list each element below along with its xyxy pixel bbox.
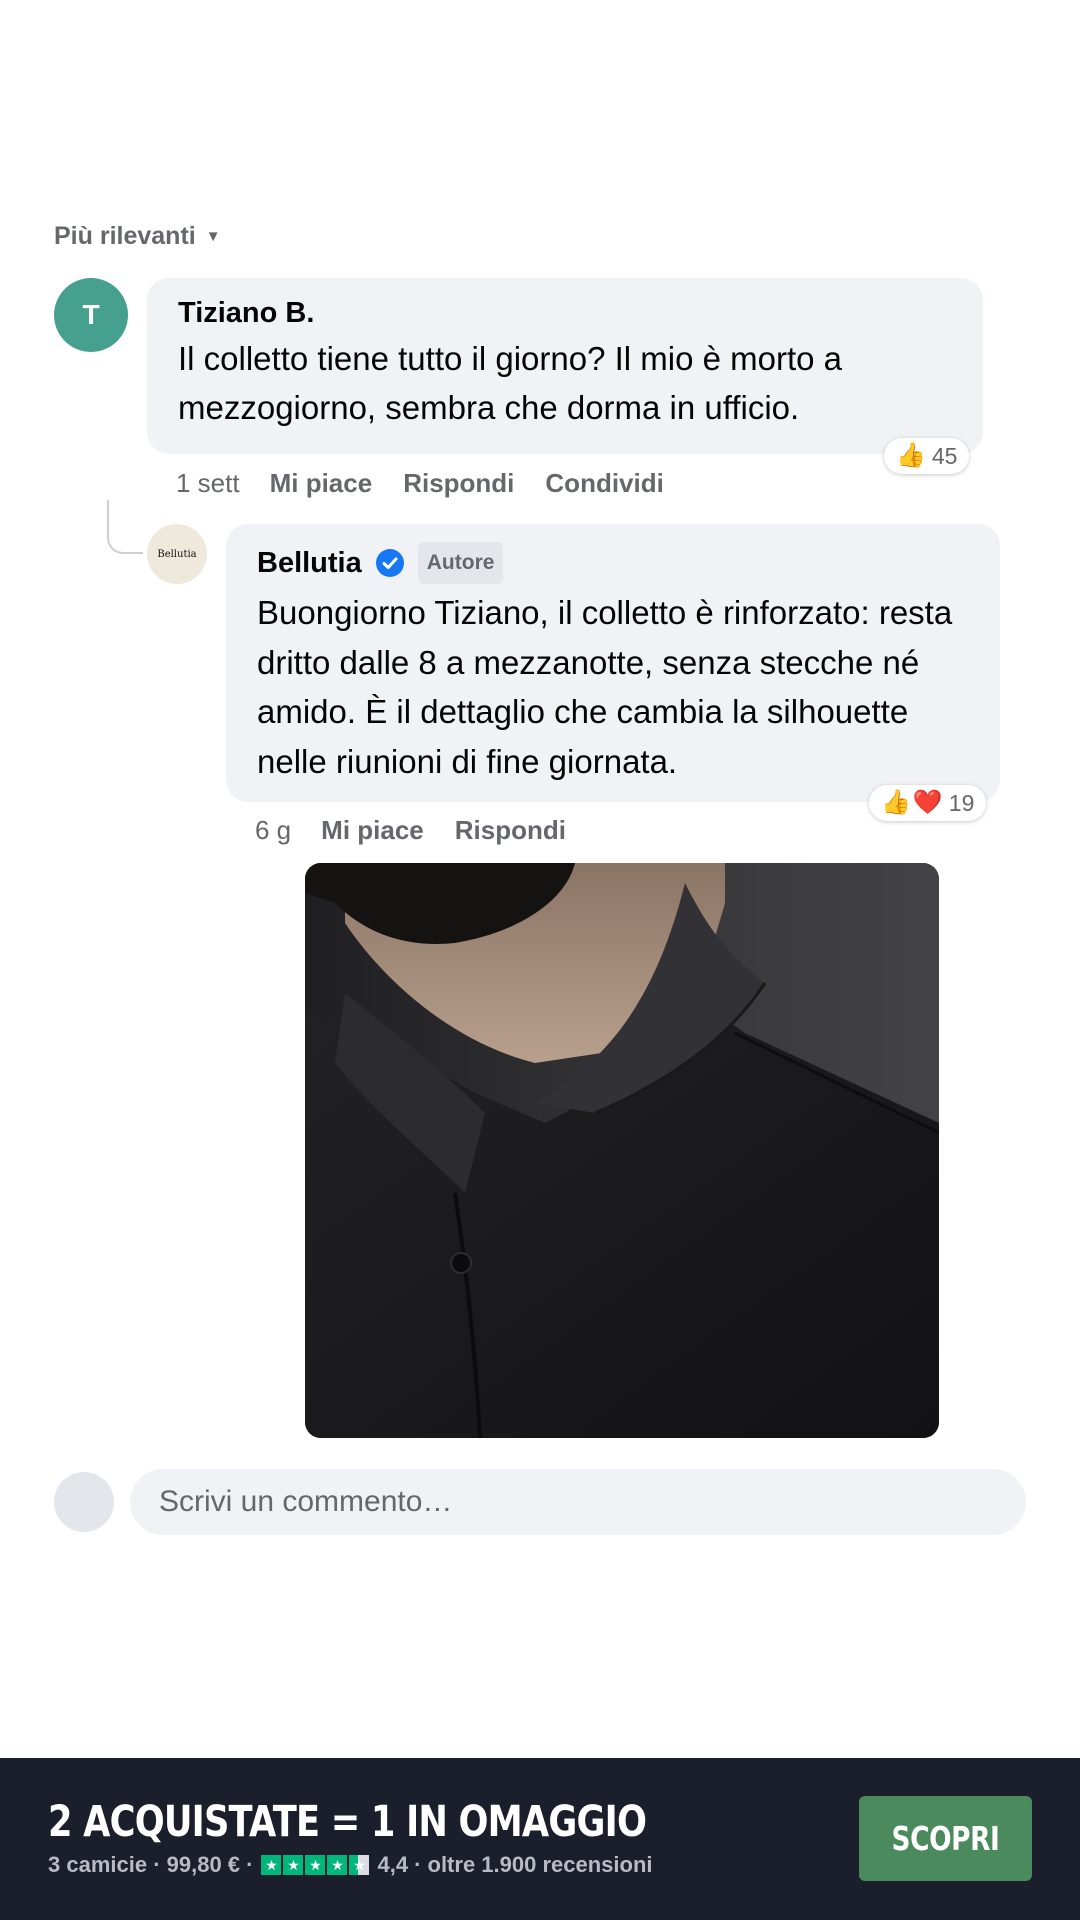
reply-author-row: Bellutia Autore <box>257 542 969 584</box>
reply-actions: 6 g Mi piace Rispondi <box>255 815 597 846</box>
caret-down-icon: ▼ <box>205 228 221 245</box>
avatar <box>54 1472 114 1532</box>
reply-text: Buongiorno Tiziano, il colletto è rinfor… <box>257 594 953 780</box>
reply-timestamp[interactable]: 6 g <box>255 815 291 846</box>
comment-input[interactable] <box>130 1469 1026 1535</box>
cta-label: SCOPRI <box>891 1819 1000 1858</box>
reaction-summary[interactable]: 👍 ❤️ 19 <box>869 785 987 821</box>
scopri-button[interactable]: SCOPRI <box>859 1796 1032 1881</box>
comment-author[interactable]: Tiziano B. <box>178 296 952 330</box>
reviews-count: · oltre 1.900 recensioni <box>414 1852 653 1877</box>
reply-button[interactable]: Rispondi <box>455 815 566 846</box>
reaction-summary[interactable]: 👍 45 <box>884 438 970 474</box>
rating-value: 4,4 <box>377 1852 409 1877</box>
like-button[interactable]: Mi piace <box>270 468 373 499</box>
brand-logo: Bellutia <box>157 548 197 560</box>
promo-price: 3 camicie · 99,80 € · <box>48 1852 254 1877</box>
comment-actions: 1 sett Mi piace Rispondi Condividi <box>176 468 695 499</box>
reply-bubble: Bellutia Autore Buongiorno Tiziano, il c… <box>226 524 1000 802</box>
promo-headline: 2 ACQUISTATE = 1 IN OMAGGIO <box>48 1797 647 1847</box>
avatar[interactable]: T <box>54 278 128 352</box>
thumbs-up-icon: 👍 <box>881 789 911 816</box>
star-icon: ★ <box>305 1855 326 1875</box>
avatar[interactable]: Bellutia <box>147 524 207 584</box>
avatar-initial: T <box>82 299 100 330</box>
comment-timestamp[interactable]: 1 sett <box>176 468 240 499</box>
verified-badge-icon <box>375 549 404 577</box>
sort-dropdown[interactable]: Più rilevanti ▼ <box>54 222 221 251</box>
star-icon: ★ <box>283 1855 304 1875</box>
promo-subtitle: 3 camicie · 99,80 € · ★ ★ ★ ★ ★ 4,4 · ol… <box>48 1852 653 1878</box>
thumbs-up-icon: 👍 <box>896 442 926 469</box>
reply-author[interactable]: Bellutia <box>257 546 362 580</box>
comment-text: Il colletto tiene tutto il giorno? Il mi… <box>178 340 842 426</box>
star-icon: ★ <box>349 1855 370 1875</box>
star-icon: ★ <box>327 1855 348 1875</box>
thread-connector <box>107 500 143 554</box>
rating-stars: ★ ★ ★ ★ ★ <box>261 1855 370 1875</box>
share-button[interactable]: Condividi <box>545 468 663 499</box>
shirt-image <box>305 863 939 1438</box>
like-button[interactable]: Mi piace <box>321 815 424 846</box>
author-badge: Autore <box>417 542 504 584</box>
shirt-photo[interactable] <box>305 863 939 1438</box>
sort-label: Più rilevanti <box>54 222 196 250</box>
star-icon: ★ <box>261 1855 282 1875</box>
reaction-count: 19 <box>948 789 975 816</box>
reply-button[interactable]: Rispondi <box>403 468 514 499</box>
comment-bubble: Tiziano B. Il colletto tiene tutto il gi… <box>147 278 983 454</box>
heart-icon: ❤️ <box>912 789 943 816</box>
reaction-count: 45 <box>931 442 958 469</box>
